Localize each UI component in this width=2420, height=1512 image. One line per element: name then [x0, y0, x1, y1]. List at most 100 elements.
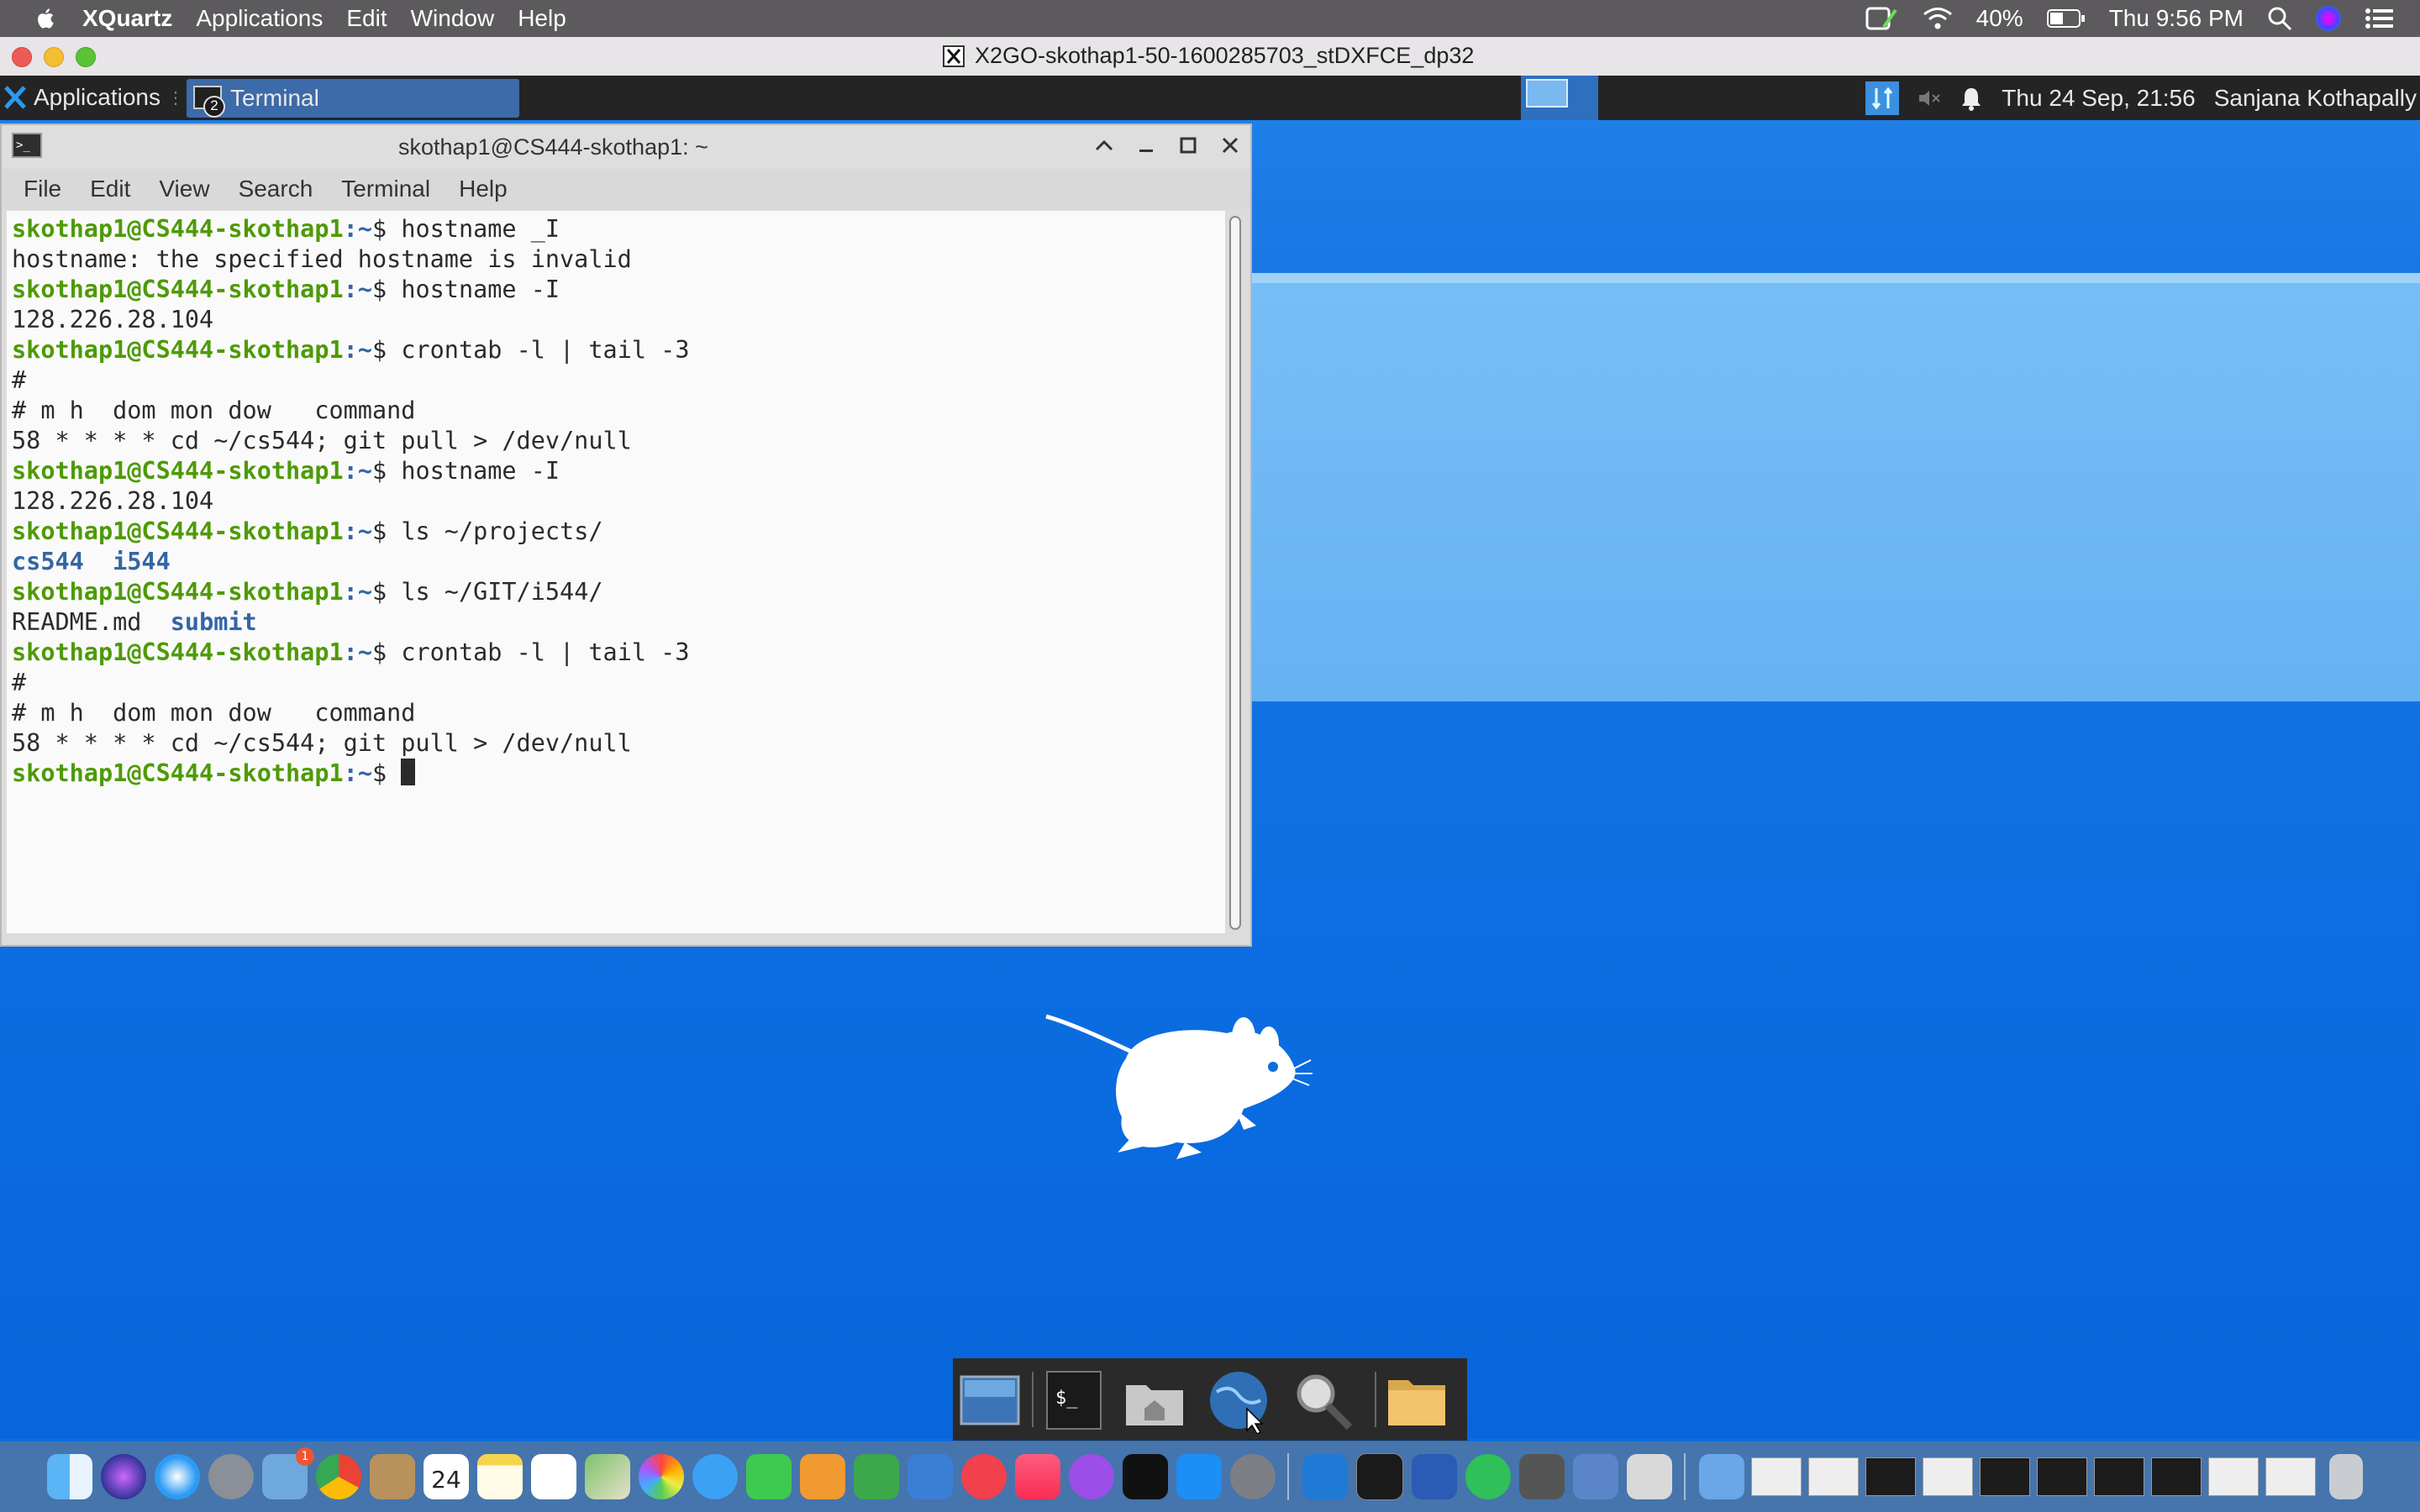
network-indicator-icon[interactable]	[1865, 81, 1900, 115]
terminal-line: skothap1@CS444-skothap1:~$ crontab -l | …	[12, 335, 689, 365]
minimized-window-thumb[interactable]	[2094, 1457, 2144, 1496]
xcode-icon[interactable]	[1573, 1454, 1618, 1499]
menubar-clock[interactable]: Thu 9:56 PM	[2109, 5, 2244, 32]
minimized-window-thumb[interactable]	[1980, 1457, 2030, 1496]
mail-icon[interactable]: 1	[262, 1447, 314, 1499]
minimized-window-thumb[interactable]	[2265, 1457, 2316, 1496]
terminal-menu-search[interactable]: Search	[239, 176, 313, 202]
zoom-button[interactable]	[76, 47, 96, 67]
siri-app-icon[interactable]	[101, 1454, 146, 1499]
app-store-icon[interactable]	[1176, 1454, 1222, 1499]
apple-icon[interactable]	[34, 6, 59, 31]
safari-icon[interactable]	[155, 1454, 200, 1499]
volume-muted-icon[interactable]	[1918, 88, 1941, 108]
terminal-menu-help[interactable]: Help	[459, 176, 508, 202]
workspace-window-preview	[1526, 79, 1568, 108]
minimized-window-thumb[interactable]	[1808, 1457, 1859, 1496]
terminal-titlebar[interactable]: >_ skothap1@CS444-skothap1: ~	[2, 125, 1250, 169]
scrollbar-thumb[interactable]	[1229, 216, 1241, 930]
terminal-menu-view[interactable]: View	[159, 176, 209, 202]
contacts-icon[interactable]	[370, 1454, 415, 1499]
web-browser-icon[interactable]	[1205, 1367, 1272, 1434]
terminal-output-area[interactable]: skothap1@CS444-skothap1:~$ hostname _I ho…	[7, 211, 1225, 933]
reminders-icon[interactable]	[531, 1454, 576, 1499]
downloads-folder-icon[interactable]	[1699, 1454, 1744, 1499]
apple-tv-icon[interactable]	[1123, 1454, 1168, 1499]
minimized-window-thumb[interactable]	[1865, 1457, 1916, 1496]
panel-separator-handle: ⋮	[166, 88, 184, 108]
notification-center-icon[interactable]	[2365, 7, 2395, 30]
messages-icon[interactable]	[692, 1454, 738, 1499]
terminal-app-icon-dock[interactable]	[1356, 1453, 1403, 1500]
notification-bell-icon[interactable]	[1960, 86, 1983, 111]
directory-entry: cs544	[12, 548, 113, 575]
xquartz-dock-icon[interactable]	[1627, 1454, 1672, 1499]
finder-icon[interactable]	[47, 1454, 92, 1499]
whatsapp-icon[interactable]	[1465, 1454, 1511, 1499]
chevron-up-icon	[1095, 139, 1113, 151]
system-preferences-icon[interactable]	[1230, 1454, 1276, 1499]
maps-icon[interactable]	[585, 1454, 630, 1499]
panel-datetime[interactable]: Thu 24 Sep, 21:56	[2002, 85, 2195, 112]
launchpad-icon[interactable]	[208, 1454, 254, 1499]
vscode-icon[interactable]	[1302, 1454, 1348, 1499]
trash-icon[interactable]	[2329, 1454, 2363, 1499]
notes-icon[interactable]	[477, 1454, 523, 1499]
file-manager-folder-icon[interactable]	[1383, 1367, 1450, 1434]
home-folder-icon[interactable]	[1121, 1367, 1188, 1434]
keynote-icon[interactable]	[908, 1454, 953, 1499]
chrome-icon[interactable]	[316, 1454, 361, 1499]
terminal-line: 128.226.28.104	[12, 486, 689, 517]
battery-icon[interactable]	[2046, 8, 2086, 29]
terminal-menu-terminal[interactable]: Terminal	[341, 176, 430, 202]
wifi-icon[interactable]	[1923, 7, 1953, 30]
shade-button[interactable]	[1091, 132, 1118, 159]
prompt-suffix: :~	[343, 638, 372, 666]
minimized-window-thumb[interactable]	[1751, 1457, 1802, 1496]
menu-app-name[interactable]: XQuartz	[82, 5, 172, 32]
word-icon[interactable]	[1412, 1454, 1457, 1499]
app-finder-magnifier-icon[interactable]	[1289, 1367, 1356, 1434]
minimized-window-thumb[interactable]	[2037, 1457, 2087, 1496]
shrink-icon[interactable]	[1865, 5, 1899, 32]
facetime-icon[interactable]	[746, 1454, 792, 1499]
minimize-button[interactable]	[44, 47, 64, 67]
terminal-scrollbar[interactable]	[1227, 216, 1245, 930]
terminal-window[interactable]: >_ skothap1@CS444-skothap1: ~ File Edit …	[0, 123, 1252, 947]
photos-icon[interactable]	[639, 1454, 684, 1499]
minimize-window-button[interactable]	[1133, 132, 1160, 159]
spotlight-search-icon[interactable]	[2267, 6, 2292, 31]
pages-icon[interactable]	[800, 1454, 845, 1499]
terminal-menu-edit[interactable]: Edit	[90, 176, 130, 202]
calendar-icon[interactable]: 24	[424, 1454, 469, 1499]
terminal-launcher-icon[interactable]: $_	[1040, 1367, 1107, 1434]
maximize-window-button[interactable]	[1175, 132, 1202, 159]
siri-icon[interactable]	[2316, 6, 2341, 31]
menu-window[interactable]: Window	[411, 5, 495, 32]
close-window-button[interactable]	[1217, 132, 1244, 159]
output-text: 58 * * * * cd ~/cs544; git pull > /dev/n…	[12, 729, 632, 757]
taskbar-item-terminal[interactable]: 2 Terminal	[187, 79, 519, 118]
minimized-window-thumb[interactable]	[2208, 1457, 2259, 1496]
workspace-switcher[interactable]	[1521, 76, 1598, 120]
menu-applications[interactable]: Applications	[196, 5, 323, 32]
numbers-icon[interactable]	[854, 1454, 899, 1499]
podcasts-icon[interactable]	[1069, 1454, 1114, 1499]
menu-help[interactable]: Help	[518, 5, 566, 32]
terminal-line: hostname: the specified hostname is inva…	[12, 244, 689, 275]
close-button[interactable]	[12, 47, 32, 67]
battery-percent[interactable]: 40%	[1976, 5, 2023, 32]
prompt-dollar: $	[371, 638, 402, 666]
xquartz-window-titlebar[interactable]: X2GO-skothap1-50-1600285703_stDXFCE_dp32	[0, 37, 2420, 76]
menu-edit[interactable]: Edit	[346, 5, 387, 32]
xfce-applications-menu[interactable]: Applications ⋮	[3, 84, 184, 111]
terminal-line: skothap1@CS444-skothap1:~$ ls ~/GIT/i544…	[12, 577, 689, 607]
panel-username[interactable]: Sanjana Kothapally	[2214, 85, 2417, 112]
news-icon[interactable]	[961, 1454, 1007, 1499]
minimized-window-thumb[interactable]	[2151, 1457, 2202, 1496]
terminal-menu-file[interactable]: File	[24, 176, 61, 202]
minimized-window-thumb[interactable]	[1923, 1457, 1973, 1496]
music-icon[interactable]	[1015, 1454, 1060, 1499]
show-desktop-icon[interactable]	[956, 1367, 1023, 1434]
sublime-icon[interactable]	[1519, 1454, 1565, 1499]
